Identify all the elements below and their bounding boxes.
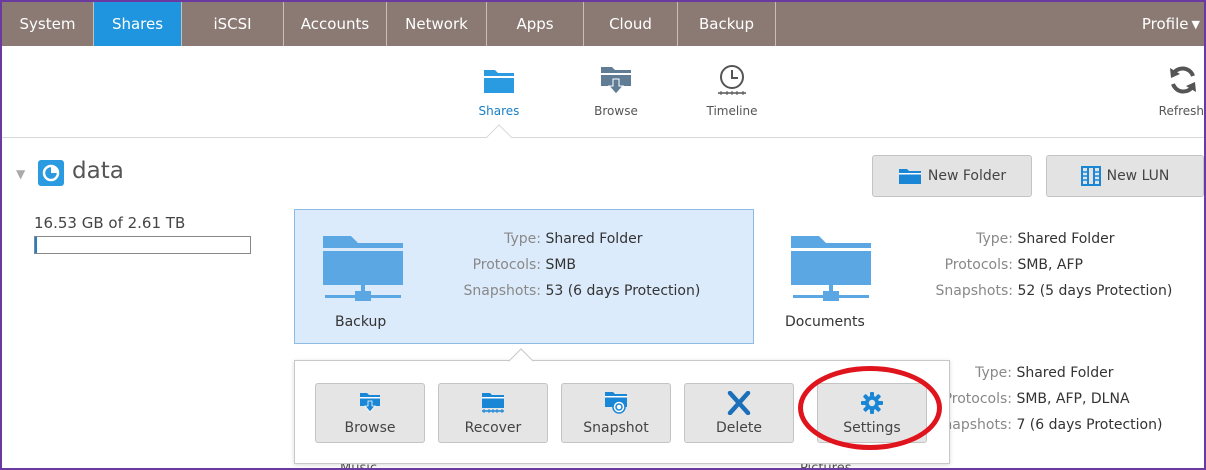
protocols-value: SMB, AFP [1017,257,1083,273]
network-folder-icon [789,232,873,308]
type-value: Shared Folder [1016,365,1114,381]
folder-icon [898,167,922,185]
tab-apps[interactable]: Apps [487,2,584,46]
refresh-label: Refresh [1158,104,1204,118]
protocols-label: Protocols: [472,257,541,273]
tab-system[interactable]: System [2,2,94,46]
settings-label: Settings [843,420,901,436]
subnav-shares-label: Shares [478,104,520,118]
tab-iscsi[interactable]: iSCSI [182,2,284,46]
profile-label: Profile [1141,15,1189,33]
share-info: Type: Shared Folder Protocols: SMB Snaps… [445,226,701,304]
volume-usage-bar [34,236,251,254]
snapshots-label: Snapshots: [935,283,1013,299]
type-value: Shared Folder [545,231,643,247]
protocols-value: SMB [545,257,577,273]
folder-recover-icon [481,390,505,416]
share-card-backup[interactable]: Backup Type: Shared Folder Protocols: SM… [294,209,754,344]
settings-button[interactable]: Settings [817,383,927,443]
delete-label: Delete [716,420,762,436]
delete-x-icon [727,390,751,416]
tab-cloud[interactable]: Cloud [584,2,678,46]
protocols-value: SMB, AFP, DLNA [1016,391,1130,407]
clock-icon [687,64,777,96]
subnav-browse[interactable]: Browse [571,64,661,118]
subnav-shares[interactable]: Shares [454,64,544,118]
network-folder-icon [321,232,405,308]
folder-download-icon [359,390,381,416]
share-name: Documents [785,314,865,330]
subnav-browse-label: Browse [594,104,638,118]
recover-button[interactable]: Recover [438,383,548,443]
tab-backup[interactable]: Backup [678,2,776,46]
subnav-timeline[interactable]: Timeline [687,64,777,118]
snapshots-label: Snapshots: [463,283,541,299]
subnav-timeline-label: Timeline [706,104,758,118]
folder-download-icon [571,64,661,96]
profile-menu[interactable]: Profile ▼ [1114,2,1204,46]
folder-snapshot-icon [604,390,628,416]
type-label: Type: [976,231,1013,247]
new-folder-label: New Folder [927,168,1007,184]
recover-label: Recover [464,420,522,436]
snapshot-label: Snapshot [583,420,649,436]
type-value: Shared Folder [1017,231,1115,247]
collapse-caret-icon[interactable]: ▼ [16,167,25,181]
snapshot-button[interactable]: Snapshot [561,383,671,443]
new-lun-label: New LUN [1106,168,1170,184]
browse-button[interactable]: Browse [315,383,425,443]
refresh-icon [1142,64,1204,96]
gear-icon [860,390,884,416]
new-lun-button[interactable]: New LUN [1046,155,1204,197]
share-actions-popup: Browse Recover Snapshot Delete Settings [294,360,950,464]
type-label: Type: [504,231,541,247]
volume-usage-text: 16.53 GB of 2.61 TB [34,214,186,232]
snapshots-value: 53 (6 days Protection) [545,283,701,299]
folder-icon [454,64,544,96]
share-info-pictures: Type: Shared Folder Protocols: SMB, AFP,… [916,360,1163,438]
snapshots-value: 7 (6 days Protection) [1016,417,1163,433]
tab-shares[interactable]: Shares [94,2,182,46]
sub-nav: Shares Browse Timeline Refresh [2,46,1204,138]
volume-usage-fill [35,237,38,253]
share-info: Type: Shared Folder Protocols: SMB, AFP … [917,226,1173,304]
tab-accounts[interactable]: Accounts [284,2,387,46]
new-folder-button[interactable]: New Folder [872,155,1032,197]
film-lun-icon [1080,166,1101,186]
refresh-button[interactable]: Refresh [1142,64,1204,118]
protocols-label: Protocols: [944,257,1013,273]
delete-button[interactable]: Delete [684,383,794,443]
share-name: Backup [335,314,387,330]
tab-network[interactable]: Network [387,2,487,46]
share-card-documents[interactable]: Documents Type: Shared Folder Protocols:… [770,209,1204,344]
top-nav: System Shares iSCSI Accounts Network App… [2,2,1204,46]
browse-label: Browse [344,420,396,436]
volume-name: data [72,158,124,184]
snapshots-value: 52 (5 days Protection) [1017,283,1173,299]
caret-down-icon: ▼ [1191,17,1200,31]
volume-pie-icon [38,160,64,186]
